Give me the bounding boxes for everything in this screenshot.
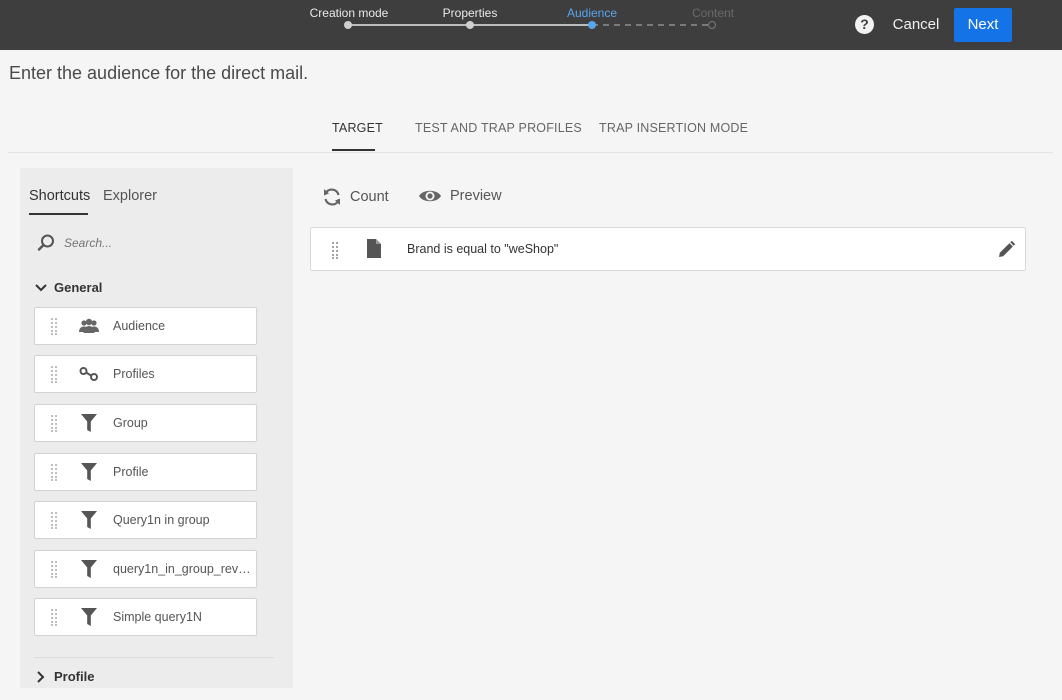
shortcut-query1n-in-group-reverse[interactable]: query1n_in_group_reve...	[34, 550, 257, 588]
step-remaining-track	[592, 24, 712, 26]
drag-handle-icon[interactable]	[50, 414, 58, 432]
search-icon	[37, 234, 54, 251]
shortcut-group[interactable]: Group	[34, 404, 257, 442]
drag-handle-icon[interactable]	[50, 463, 58, 481]
audience-rule[interactable]: Brand is equal to "weShop"	[310, 227, 1026, 271]
tab-test-and-trap-profiles[interactable]: TEST AND TRAP PROFILES	[415, 121, 582, 135]
shortcut-label: Simple query1N	[113, 610, 202, 624]
step-content[interactable]: Content	[692, 6, 734, 20]
group-divider	[34, 657, 274, 658]
refresh-icon	[324, 188, 340, 206]
step-dot-creation-mode	[344, 21, 352, 29]
filter-icon	[81, 608, 97, 626]
group-profile-toggle[interactable]: Profile	[34, 669, 94, 684]
tabs-divider	[8, 152, 1053, 153]
palette-tab-explorer[interactable]: Explorer	[103, 188, 157, 204]
palette-tab-shortcuts[interactable]: Shortcuts	[29, 188, 90, 204]
drag-handle-icon[interactable]	[331, 241, 339, 259]
question-mark-icon[interactable]: ?	[855, 15, 874, 34]
step-dot-content	[708, 21, 716, 29]
chevron-down-icon	[35, 283, 47, 291]
page-title: Enter the audience for the direct mail.	[9, 63, 309, 83]
tab-trap-insertion-mode[interactable]: TRAP INSERTION MODE	[599, 121, 748, 135]
step-creation-mode[interactable]: Creation mode	[310, 6, 389, 20]
shortcut-audience[interactable]: Audience	[34, 307, 257, 345]
step-properties[interactable]: Properties	[443, 6, 498, 20]
drag-handle-icon[interactable]	[50, 317, 58, 335]
group-general-label: General	[54, 280, 103, 295]
filter-icon	[81, 560, 97, 578]
drag-handle-icon[interactable]	[50, 511, 58, 529]
step-audience[interactable]: Audience	[567, 6, 617, 20]
shortcut-label: Profiles	[113, 367, 155, 381]
users-icon	[79, 318, 99, 333]
shortcut-label: query1n_in_group_reve...	[113, 562, 253, 576]
wizard-header: Creation mode Properties Audience Conten…	[0, 0, 1062, 50]
preview-button[interactable]: Preview	[418, 187, 502, 205]
shortcut-label: Group	[113, 416, 148, 430]
step-dot-audience	[588, 21, 596, 29]
shortcut-label: Audience	[113, 319, 166, 333]
shortcut-label: Query1n in group	[113, 513, 210, 527]
filter-icon	[81, 511, 97, 529]
shortcuts-palette: Shortcuts Explorer General Audience	[20, 168, 293, 688]
next-button[interactable]: Next	[954, 8, 1012, 42]
group-general-toggle[interactable]: General	[34, 280, 102, 295]
pencil-icon[interactable]	[996, 240, 1016, 260]
filter-icon	[81, 463, 97, 481]
palette-search	[36, 232, 276, 254]
drag-handle-icon[interactable]	[50, 365, 58, 383]
link-icon	[79, 367, 98, 381]
search-input[interactable]	[62, 235, 266, 251]
tab-active-indicator	[332, 149, 375, 151]
audience-tabs: TARGET TEST AND TRAP PROFILES TRAP INSER…	[0, 118, 1062, 152]
drag-handle-icon[interactable]	[50, 560, 58, 578]
shortcut-query1n-in-group[interactable]: Query1n in group	[34, 501, 257, 539]
drag-handle-icon[interactable]	[50, 608, 58, 626]
shortcut-profiles[interactable]: Profiles	[34, 355, 257, 393]
rule-text: Brand is equal to "weShop"	[407, 242, 559, 256]
count-button[interactable]: Count	[322, 187, 389, 207]
group-profile-label: Profile	[54, 669, 95, 684]
chevron-right-icon	[37, 670, 45, 683]
tab-target[interactable]: TARGET	[332, 121, 383, 135]
palette-tab-indicator	[29, 213, 88, 215]
shortcut-profile[interactable]: Profile	[34, 453, 257, 491]
count-label: Count	[350, 189, 389, 205]
document-icon	[367, 239, 381, 258]
step-dot-properties	[466, 21, 474, 29]
shortcut-label: Profile	[113, 465, 149, 479]
filter-icon	[81, 414, 97, 432]
shortcut-simple-query1n[interactable]: Simple query1N	[34, 598, 257, 636]
preview-label: Preview	[450, 188, 502, 204]
eye-icon	[419, 190, 441, 202]
cancel-button[interactable]: Cancel	[888, 8, 944, 42]
